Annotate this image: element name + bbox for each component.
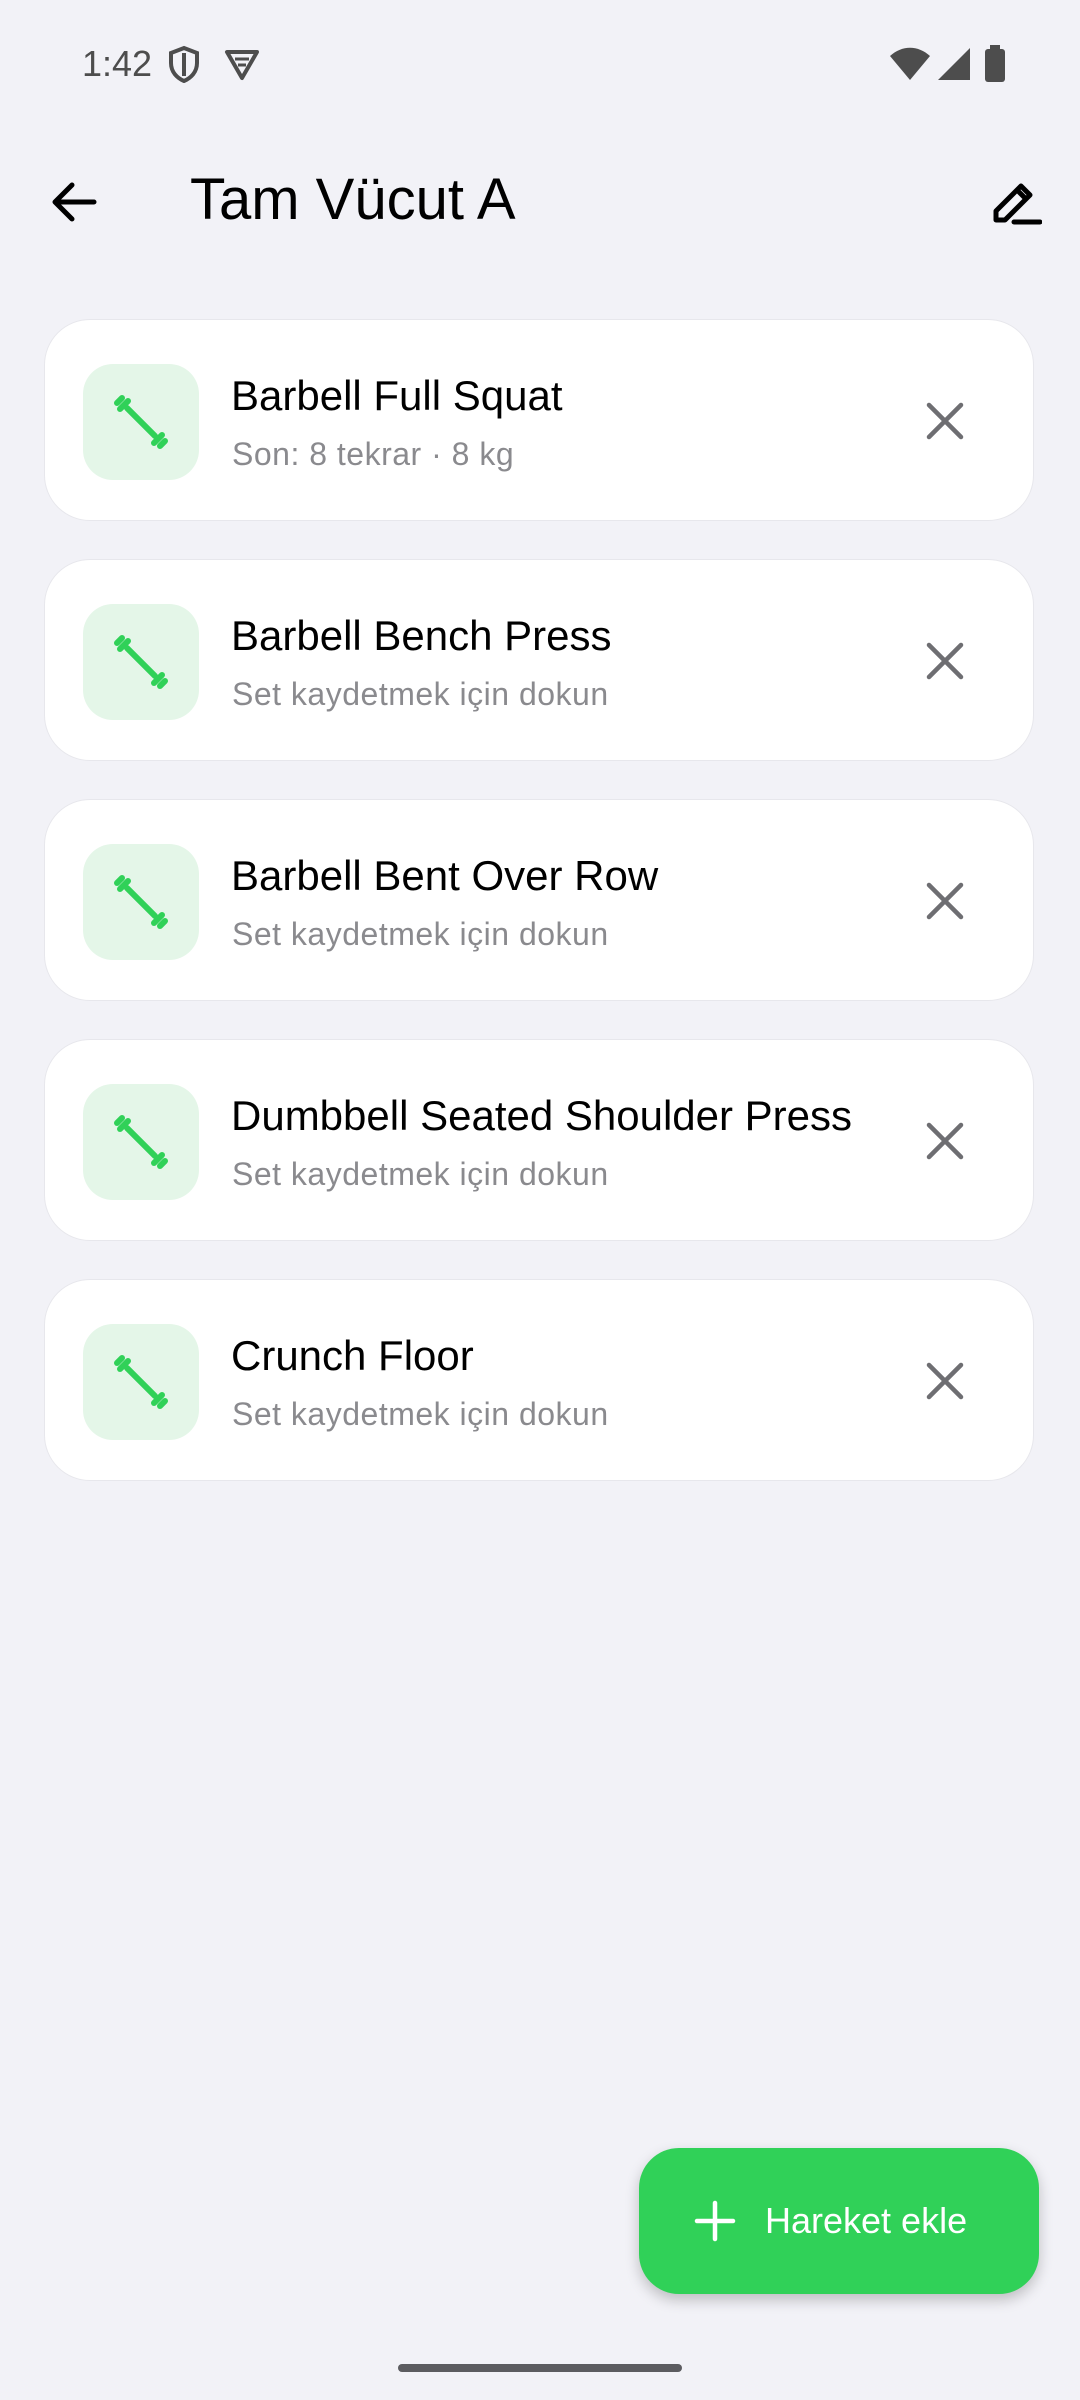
close-icon [926, 1362, 964, 1400]
arrow-left-icon [52, 182, 97, 222]
close-icon [926, 1122, 964, 1160]
exercise-card[interactable]: Barbell Bench Press Set kaydetmek için d… [44, 559, 1034, 761]
shield-icon [164, 44, 204, 84]
add-exercise-label: Hareket ekle [765, 2200, 968, 2241]
exercise-name: Barbell Bench Press [231, 612, 612, 659]
exercise-subtitle: Set kaydetmek için dokun [232, 1396, 609, 1432]
signal-icon [934, 44, 974, 84]
pencil-icon [993, 183, 1042, 225]
remove-exercise-button[interactable] [905, 1341, 985, 1421]
exercise-card[interactable]: Barbell Bent Over Row Set kaydetmek için… [44, 799, 1034, 1001]
battery-icon [982, 44, 1008, 84]
wifi-icon [888, 44, 932, 84]
add-exercise-button[interactable]: Hareket ekle [639, 2148, 1039, 2294]
gesture-nav-bar[interactable] [398, 2364, 682, 2372]
back-button[interactable] [34, 162, 114, 242]
exercise-name: Barbell Full Squat [231, 372, 563, 419]
dumbbell-icon [83, 364, 199, 480]
exercise-name: Barbell Bent Over Row [231, 852, 659, 899]
dumbbell-icon [83, 1324, 199, 1440]
remove-exercise-button[interactable] [905, 621, 985, 701]
remove-exercise-button[interactable] [905, 1101, 985, 1181]
status-time: 1:42 [82, 43, 153, 84]
close-icon [926, 642, 964, 680]
exercise-subtitle: Son: 8 tekrar · 8 kg [232, 436, 515, 472]
app-bar: Tam Vücut A [0, 140, 1080, 260]
exercise-list: Barbell Full Squat Son: 8 tekrar · 8 kg … [44, 319, 1036, 1519]
exercise-subtitle: Set kaydetmek için dokun [232, 1156, 609, 1192]
plus-icon [694, 2200, 736, 2242]
exercise-name: Crunch Floor [231, 1332, 474, 1379]
remove-exercise-button[interactable] [905, 861, 985, 941]
vpn-icon [222, 44, 262, 84]
edit-button[interactable] [976, 162, 1056, 242]
exercise-subtitle: Set kaydetmek için dokun [232, 676, 609, 712]
status-bar: 1:42 [0, 0, 1080, 128]
exercise-card[interactable]: Dumbbell Seated Shoulder Press Set kayde… [44, 1039, 1034, 1241]
dumbbell-icon [83, 1084, 199, 1200]
exercise-subtitle: Set kaydetmek için dokun [232, 916, 609, 952]
close-icon [926, 882, 964, 920]
close-icon [926, 402, 964, 440]
exercise-card[interactable]: Crunch Floor Set kaydetmek için dokun [44, 1279, 1034, 1481]
exercise-name: Dumbbell Seated Shoulder Press [231, 1092, 853, 1139]
dumbbell-icon [83, 844, 199, 960]
page-title: Tam Vücut A [190, 167, 516, 232]
dumbbell-icon [83, 604, 199, 720]
exercise-card[interactable]: Barbell Full Squat Son: 8 tekrar · 8 kg [44, 319, 1034, 521]
remove-exercise-button[interactable] [905, 381, 985, 461]
